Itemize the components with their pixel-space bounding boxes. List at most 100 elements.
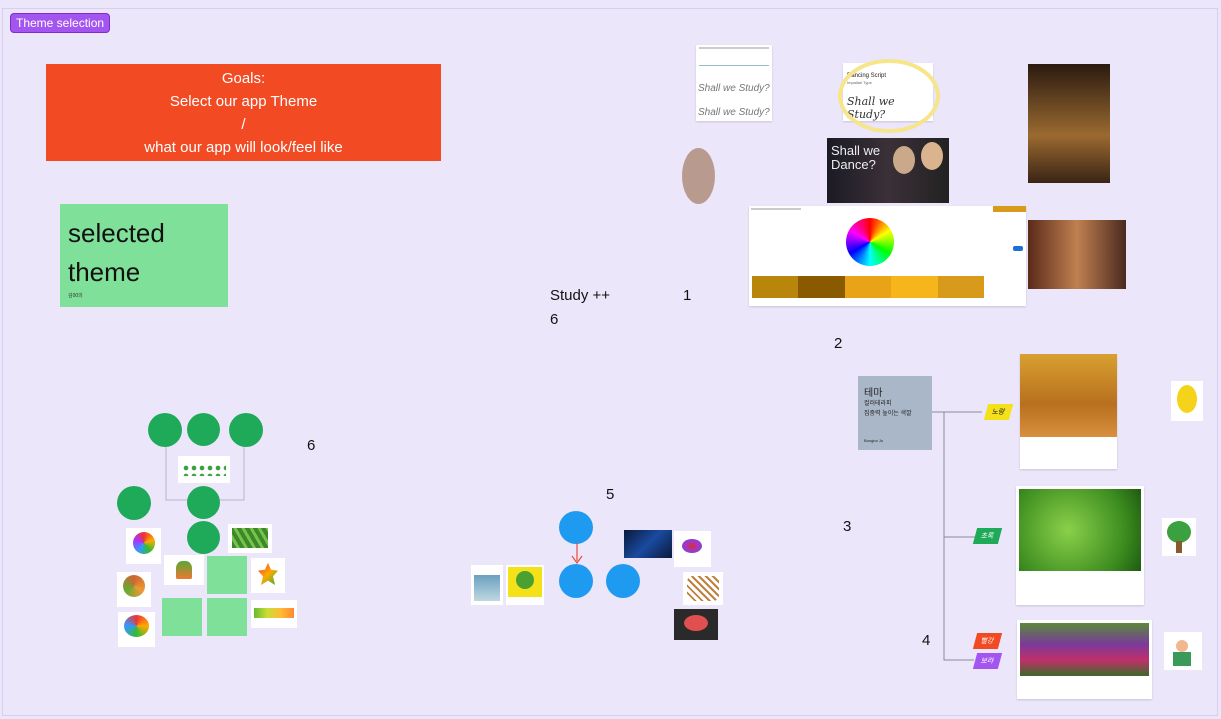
swatch[interactable] — [844, 276, 892, 298]
network-lines — [687, 576, 719, 601]
font-sample-card[interactable]: Shall we Study? Shall we Study? — [696, 45, 772, 121]
tree-image-crown — [124, 615, 149, 637]
mindmap-node[interactable] — [229, 413, 263, 447]
highlight-circle — [838, 59, 940, 133]
green-sticky[interactable] — [162, 598, 202, 636]
selected-theme-line-1: selected — [68, 218, 165, 248]
theme-card[interactable]: 테마 컬러테라피 집중력 높이는 색깔 Bongbo Jo — [858, 376, 932, 450]
maple-leaf — [258, 563, 278, 585]
tag-green[interactable]: 초록 — [972, 528, 1003, 544]
number-3: 3 — [843, 518, 852, 535]
theme-card-line-1: 컬러테라피 — [864, 401, 892, 407]
green-sticky[interactable] — [207, 598, 247, 636]
number-5: 5 — [606, 486, 615, 503]
selected-theme-note[interactable]: selected theme 김00의 — [60, 204, 228, 307]
book-cover — [474, 575, 500, 601]
mindmap-node[interactable] — [148, 413, 182, 447]
number-6-study: 6 — [550, 311, 559, 328]
leaves-image[interactable] — [228, 524, 272, 553]
leaf-gradient-image[interactable] — [251, 600, 297, 628]
tag-purple[interactable]: 보라 — [972, 653, 1003, 669]
person-cheer-icon — [1164, 632, 1202, 670]
tag-red[interactable]: 빨강 — [972, 633, 1003, 649]
swatch[interactable] — [937, 276, 985, 298]
tulip-photo — [1020, 623, 1149, 676]
blue-node[interactable] — [559, 511, 593, 544]
couple-photo[interactable] — [1028, 220, 1126, 289]
leaf-gradient — [254, 608, 294, 618]
plant-pot-image[interactable] — [164, 555, 204, 585]
poster-face — [893, 146, 915, 174]
tag-yellow[interactable]: 노랑 — [983, 404, 1014, 420]
leaf-photo — [1019, 489, 1141, 571]
tree-icon — [1162, 518, 1196, 556]
person-head — [1176, 640, 1188, 652]
goals-line-2: Select our app Theme — [169, 92, 318, 110]
tree-image[interactable] — [118, 612, 155, 647]
ivy-image[interactable] — [178, 456, 230, 483]
brain-tree-image[interactable] — [506, 565, 544, 605]
mindmap-node[interactable] — [187, 413, 220, 446]
book-image[interactable] — [471, 565, 503, 605]
palette-swatches — [752, 276, 985, 298]
pot — [176, 561, 192, 579]
number-2: 2 — [834, 335, 843, 352]
goals-line-3: / — [241, 115, 246, 133]
palette-side-preview — [993, 206, 1026, 212]
goals-line-4: what our app will look/feel like — [144, 138, 343, 156]
purple-therapy-card[interactable] — [1017, 620, 1152, 699]
tree-image[interactable] — [126, 528, 161, 564]
mindmap-node[interactable] — [187, 486, 220, 519]
swatch[interactable] — [798, 276, 845, 298]
oval-sticker[interactable] — [682, 148, 715, 204]
tree-image[interactable] — [117, 572, 151, 607]
chick-body — [1177, 385, 1197, 413]
chick-icon — [1171, 381, 1203, 421]
study-label-text: Study ++ — [550, 287, 611, 304]
maple-leaf-image[interactable] — [251, 558, 285, 593]
brain-tree-crown — [516, 571, 534, 589]
person-body — [1173, 652, 1191, 666]
theme-card-author: Bongbo Jo — [864, 438, 884, 443]
blue-node[interactable] — [606, 564, 640, 598]
selected-theme-author: 김00의 — [68, 293, 83, 299]
brain-shape — [684, 615, 708, 631]
desert-photo — [1020, 354, 1117, 437]
font-card-toolbar — [699, 47, 769, 49]
number-1: 1 — [683, 287, 692, 304]
poster-face — [921, 142, 943, 170]
leaves — [232, 528, 268, 548]
theme-card-line-2: 집중력 높이는 색깔 — [864, 411, 912, 417]
movie-poster[interactable]: Shall we Dance? — [827, 138, 949, 203]
tree-trunk — [1176, 541, 1182, 553]
theme-card-title: 테마 — [864, 388, 883, 399]
swatch[interactable] — [891, 276, 938, 298]
color-wheel[interactable] — [846, 218, 894, 266]
network-image[interactable] — [683, 572, 723, 605]
font-sample-small-1: Shall we Study? — [698, 83, 770, 94]
mindmap-node[interactable] — [187, 521, 220, 554]
neurons-image[interactable] — [624, 530, 672, 558]
brain-image[interactable] — [674, 609, 718, 640]
movie-poster-title: Shall we Dance? — [831, 143, 881, 172]
mindmap-node[interactable] — [117, 486, 151, 520]
neuron-sketch-image[interactable] — [674, 531, 711, 567]
color-palette-card[interactable] — [749, 206, 1026, 306]
blue-node[interactable] — [559, 564, 593, 598]
study-label[interactable]: Study ++ 6 — [550, 284, 610, 332]
palette-toolbar — [751, 208, 801, 210]
street-photo[interactable] — [1028, 64, 1110, 183]
green-therapy-card[interactable] — [1016, 486, 1144, 605]
section-tag[interactable]: Theme selection — [10, 13, 111, 33]
goals-note[interactable]: Goals: Select our app Theme / what our a… — [46, 64, 441, 161]
ivy-leaves — [182, 464, 226, 476]
font-card-divider — [699, 65, 769, 66]
tree-image-crown — [133, 532, 155, 554]
selected-theme-line-2: theme — [68, 257, 141, 287]
green-sticky[interactable] — [207, 556, 247, 594]
yellow-therapy-card[interactable] — [1020, 354, 1117, 469]
neuron-sketch — [682, 539, 702, 553]
swatch[interactable] — [752, 276, 799, 298]
number-6: 6 — [307, 437, 316, 454]
palette-side-button[interactable] — [1013, 246, 1023, 251]
